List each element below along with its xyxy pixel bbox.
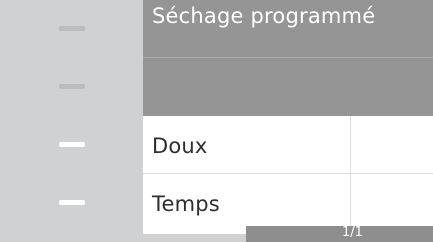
dash-icon [59, 84, 85, 89]
sidebar-button-4[interactable] [0, 174, 143, 232]
sidebar-button-2[interactable] [0, 58, 143, 116]
page-indicator: 1/1 [342, 225, 363, 240]
title-row: Séchage programmé [143, 0, 433, 58]
dash-icon [59, 142, 85, 147]
sidebar-button-3[interactable] [0, 116, 143, 174]
dash-icon [59, 26, 85, 31]
main-panel: Séchage programmé Doux Temps [143, 0, 433, 242]
sidebar [0, 0, 143, 242]
page-title: Séchage programmé [152, 4, 376, 28]
bottom-strip [143, 234, 246, 242]
option-label-doux: Doux [152, 134, 208, 158]
sidebar-button-1[interactable] [0, 0, 143, 58]
option-row-temps[interactable]: Temps [143, 174, 433, 234]
row-divider [350, 116, 351, 173]
option-row-doux[interactable]: Doux [143, 116, 433, 174]
pagination-bar: 1/1 [246, 225, 433, 242]
option-label-temps: Temps [152, 192, 220, 216]
dash-icon [59, 200, 85, 205]
empty-header-row [143, 58, 433, 116]
